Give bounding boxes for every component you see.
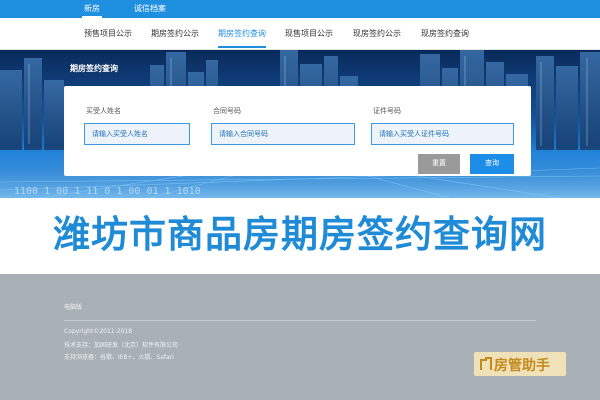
nav-spot-contract-query[interactable]: 现房签约查询 — [421, 18, 469, 50]
binary-digits-overlay: 1100 1 00 1 11 0 1 00 01 1 1010 — [14, 186, 201, 197]
query-button[interactable]: 查询 — [470, 154, 514, 174]
tech-support-text: 技术支持：加固研发（北京）软件有限公司 — [64, 342, 179, 349]
house-icon — [480, 357, 492, 370]
copyright-text: Copyright©2011-2018 — [64, 328, 133, 335]
top-nav-bar: 新房 诚信档案 — [0, 0, 600, 18]
buyer-name-label: 买受人姓名 — [86, 107, 121, 115]
nav-presale-projects[interactable]: 预售项目公示 — [84, 18, 132, 50]
footer-divider — [64, 320, 536, 321]
nav-futures-contracts[interactable]: 期房签约公示 — [151, 18, 199, 50]
id-number-input[interactable] — [371, 123, 514, 145]
desktop-version-link[interactable]: 电脑版 — [64, 302, 82, 311]
nav-spot-sale-projects[interactable]: 现售项目公示 — [285, 18, 333, 50]
contract-number-label: 合同号码 — [213, 107, 241, 115]
nav-spot-contracts[interactable]: 现房签约公示 — [353, 18, 401, 50]
tab-credit-files[interactable]: 诚信档案 — [134, 0, 166, 18]
footer: 电脑版 Copyright©2011-2018 技术支持：加固研发（北京）软件有… — [0, 274, 600, 400]
nav-futures-contract-query[interactable]: 期房签约查询 — [218, 18, 266, 50]
reset-button[interactable]: 重置 — [418, 154, 460, 174]
buyer-name-input[interactable] — [84, 123, 190, 145]
watermark-text: 房管助手 — [494, 358, 550, 374]
contract-number-input[interactable] — [211, 123, 355, 145]
id-number-label: 证件号码 — [373, 107, 401, 115]
tab-new-house[interactable]: 新房 — [82, 0, 102, 18]
watermark-logo: 房管助手 — [474, 352, 566, 376]
title-banner: 潍坊市商品房期房签约查询网 — [0, 198, 600, 274]
sub-nav: 预售项目公示 期房签约公示 期房签约查询 现售项目公示 现房签约公示 现房签约查… — [0, 18, 600, 50]
supported-browsers-text: 支持浏览器：谷歌、IE8+、火狐、Safari — [64, 354, 174, 361]
search-form: 买受人姓名 合同号码 证件号码 重置 查询 — [64, 86, 531, 176]
banner-title: 潍坊市商品房期房签约查询网 — [53, 213, 547, 256]
page-title: 期房签约查询 — [70, 64, 118, 73]
